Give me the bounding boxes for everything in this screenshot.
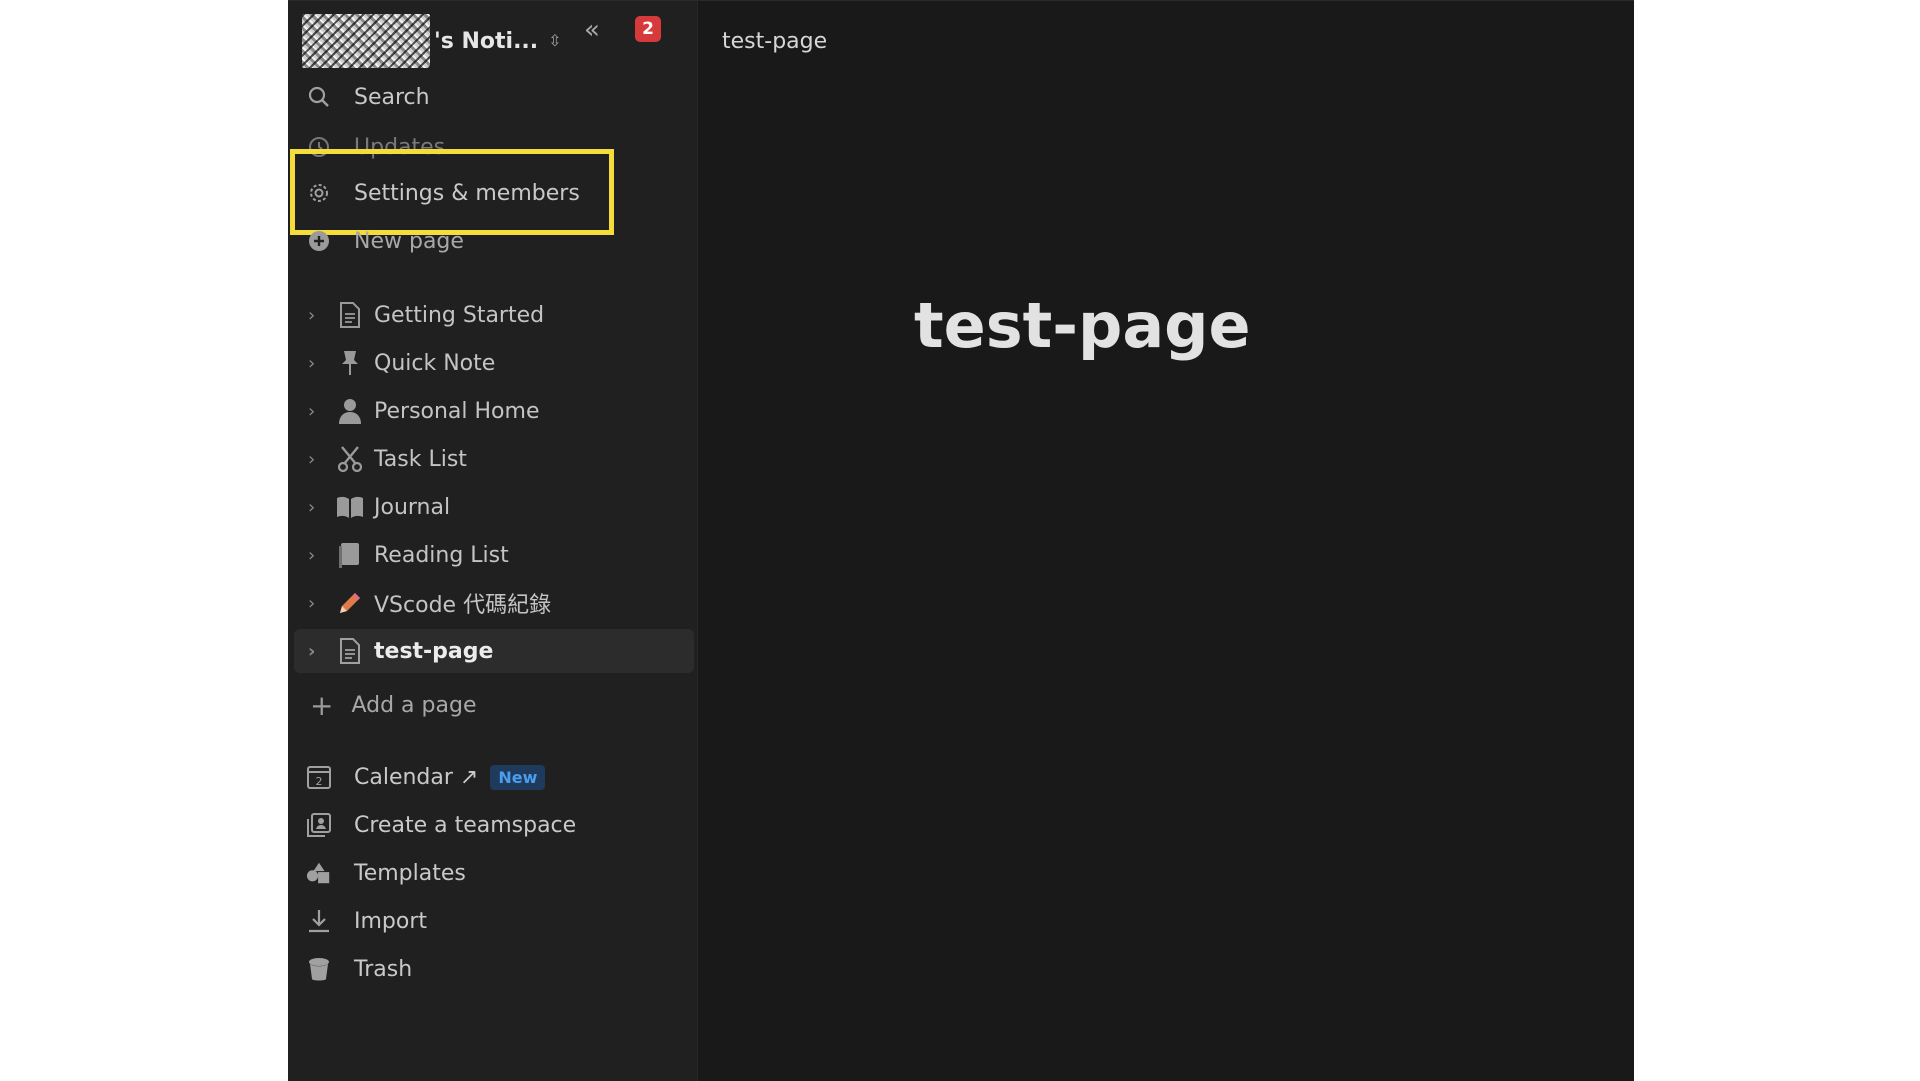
sidebar-page-getting-started[interactable]: › Getting Started xyxy=(294,293,694,337)
collapse-sidebar-icon[interactable]: « xyxy=(584,15,600,45)
calendar-icon: 2 xyxy=(306,764,332,790)
trash-button[interactable]: Trash xyxy=(298,949,678,989)
page-label: Journal xyxy=(374,494,451,520)
calendar-label: Calendar ↗ xyxy=(354,764,479,790)
gear-icon xyxy=(306,180,332,206)
sidebar-page-vscode[interactable]: › VScode 代碼紀錄 xyxy=(294,581,694,625)
plus-circle-icon xyxy=(306,228,332,254)
page-label: Quick Note xyxy=(374,350,496,376)
settings-label: Settings & members xyxy=(354,180,580,206)
sidebar-page-quick-note[interactable]: › Quick Note xyxy=(294,341,694,385)
teamspace-label: Create a teamspace xyxy=(354,812,577,838)
calendar-button[interactable]: 2 Calendar ↗ New xyxy=(298,757,678,797)
document-icon xyxy=(336,301,364,329)
chevron-right-icon[interactable]: › xyxy=(308,305,322,326)
workspace-switcher[interactable]: 's Noti... ⇳ xyxy=(302,13,685,69)
scissors-icon xyxy=(336,445,364,473)
search-label: Search xyxy=(354,84,430,110)
new-page-label: New page xyxy=(354,228,464,254)
chevron-right-icon[interactable]: › xyxy=(308,593,322,614)
settings-members-button[interactable]: Settings & members xyxy=(298,173,678,213)
chevron-updown-icon: ⇳ xyxy=(548,31,562,50)
sidebar-page-reading-list[interactable]: › Reading List xyxy=(294,533,694,577)
new-badge: New xyxy=(490,764,546,790)
sidebar-page-test-page[interactable]: › test-page xyxy=(294,629,694,673)
page-label: Task List xyxy=(374,446,467,472)
teamspace-icon xyxy=(306,812,332,838)
book-icon xyxy=(336,493,364,521)
notebook-icon xyxy=(336,541,364,569)
new-page-button[interactable]: New page xyxy=(298,221,678,261)
breadcrumb[interactable]: test-page xyxy=(722,29,827,54)
updates-label: Updates xyxy=(354,134,446,160)
person-icon xyxy=(336,397,364,425)
svg-text:2: 2 xyxy=(316,775,323,788)
main-content: test-page test-page xyxy=(698,1,1634,1081)
search-icon xyxy=(306,84,332,110)
download-icon xyxy=(306,908,332,934)
pencil-icon xyxy=(336,589,364,617)
sidebar-page-task-list[interactable]: › Task List xyxy=(294,437,694,481)
chevron-right-icon[interactable]: › xyxy=(308,449,322,470)
page-label: test-page xyxy=(374,638,494,664)
workspace-avatar xyxy=(302,14,430,68)
notion-app-window: 's Noti... ⇳ « 2 Search Updates Settings… xyxy=(288,0,1634,1081)
sidebar-page-personal-home[interactable]: › Personal Home xyxy=(294,389,694,433)
chevron-right-icon[interactable]: › xyxy=(308,353,322,374)
chevron-right-icon[interactable]: › xyxy=(308,497,322,518)
plus-icon: + xyxy=(310,688,334,722)
sidebar-page-journal[interactable]: › Journal xyxy=(294,485,694,529)
page-label: VScode 代碼紀錄 xyxy=(374,593,552,618)
add-page-label: Add a page xyxy=(351,692,477,718)
sidebar: 's Noti... ⇳ « 2 Search Updates Settings… xyxy=(288,1,698,1081)
page-label: Personal Home xyxy=(374,398,540,424)
chevron-right-icon[interactable]: › xyxy=(308,401,322,422)
clock-icon xyxy=(306,134,332,160)
page-title[interactable]: test-page xyxy=(914,289,1251,362)
trash-label: Trash xyxy=(354,956,413,982)
search-button[interactable]: Search xyxy=(298,77,678,117)
import-label: Import xyxy=(354,908,428,934)
document-icon xyxy=(336,637,364,665)
add-page-button[interactable]: + Add a page xyxy=(310,685,476,725)
pin-icon xyxy=(336,349,364,377)
templates-label: Templates xyxy=(354,860,466,886)
trash-icon xyxy=(306,956,332,982)
page-label: Getting Started xyxy=(374,302,545,328)
templates-button[interactable]: Templates xyxy=(298,853,678,893)
import-button[interactable]: Import xyxy=(298,901,678,941)
chevron-right-icon[interactable]: › xyxy=(308,545,322,566)
create-teamspace-button[interactable]: Create a teamspace xyxy=(298,805,678,845)
shapes-icon xyxy=(306,860,332,886)
chevron-right-icon[interactable]: › xyxy=(308,641,322,662)
workspace-name: 's Noti... xyxy=(434,28,539,54)
notification-badge[interactable]: 2 xyxy=(635,16,661,42)
page-label: Reading List xyxy=(374,542,509,568)
updates-button[interactable]: Updates xyxy=(298,127,678,167)
